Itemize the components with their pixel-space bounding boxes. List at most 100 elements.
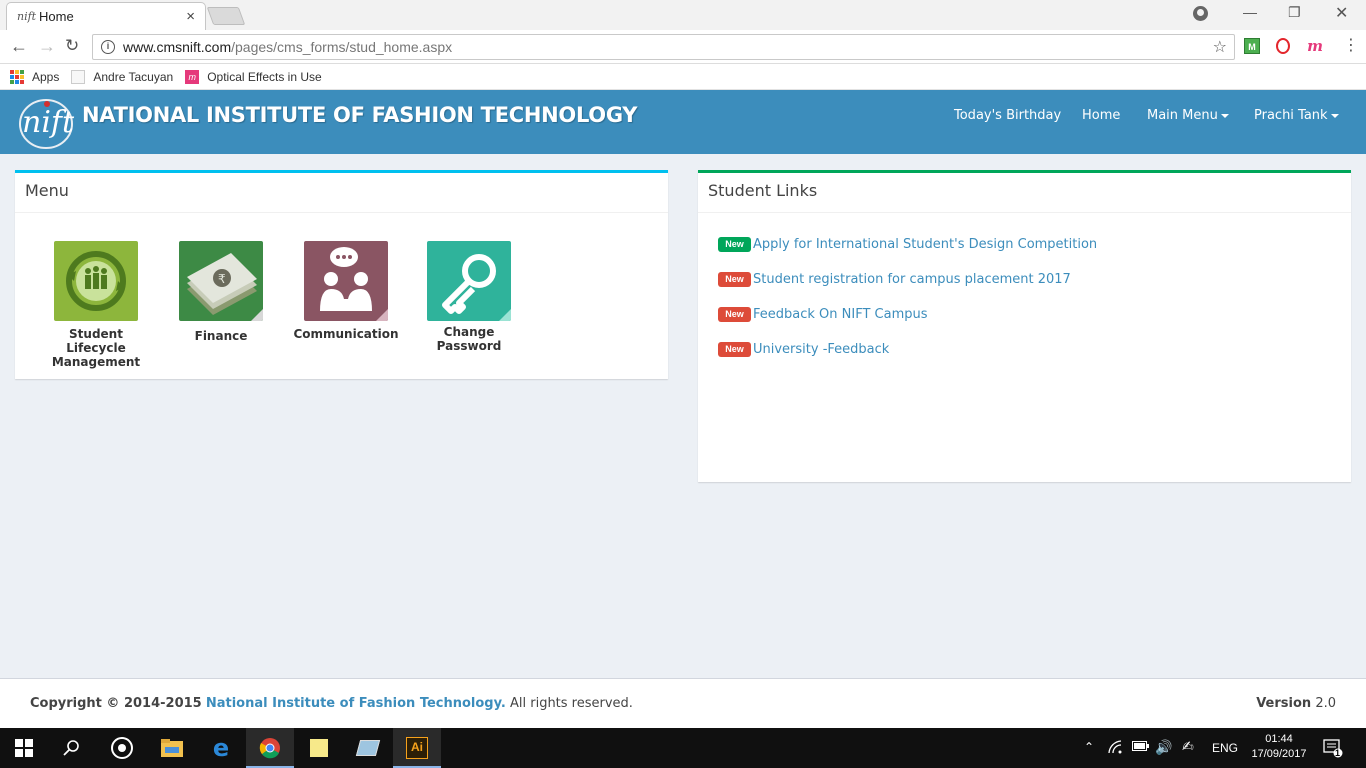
- nav-main-menu[interactable]: Main Menu: [1147, 108, 1229, 123]
- page-footer: Copyright © 2014-2015 National Institute…: [0, 678, 1366, 728]
- student-link-row[interactable]: New Student registration for campus plac…: [718, 272, 1071, 287]
- sticky-notes-icon: [310, 739, 328, 757]
- new-badge: New: [718, 342, 751, 357]
- version-label: Version: [1256, 696, 1312, 711]
- menu-student-lifecycle[interactable]: Student Lifecycle Management: [41, 241, 151, 369]
- wifi-icon[interactable]: [1108, 740, 1124, 757]
- task-view-button[interactable]: [98, 728, 146, 768]
- folder-icon: [161, 739, 183, 757]
- copyright-text: Copyright © 2014-2015 National Institute…: [30, 696, 633, 711]
- footer-org-link[interactable]: National Institute of Fashion Technology…: [206, 696, 506, 711]
- new-badge: New: [718, 272, 751, 287]
- volume-icon[interactable]: 🔊: [1155, 739, 1172, 756]
- battery-icon[interactable]: [1132, 740, 1150, 755]
- info-icon[interactable]: i: [101, 40, 115, 54]
- menu-item-label: Change: [443, 325, 495, 339]
- extension-m-icon[interactable]: M: [1244, 38, 1260, 54]
- edge-button[interactable]: e: [197, 728, 245, 768]
- reload-icon[interactable]: ↻: [65, 36, 79, 56]
- app-button[interactable]: [344, 728, 392, 768]
- browser-menu-icon[interactable]: ⋮: [1343, 36, 1359, 56]
- student-link-row[interactable]: New University -Feedback: [718, 342, 889, 357]
- menu-panel: Menu Student Lifecycle Management ₹ Fina…: [15, 170, 668, 379]
- illustrator-button[interactable]: Ai: [393, 728, 441, 768]
- myntra-icon[interactable]: m: [1307, 38, 1323, 54]
- bookmark-optical-effects[interactable]: m Optical Effects in Use: [185, 69, 322, 84]
- opera-icon[interactable]: [1276, 38, 1290, 54]
- bookmark-apps[interactable]: Apps: [10, 69, 59, 84]
- nift-logo[interactable]: nift: [16, 92, 78, 152]
- new-badge: New: [718, 237, 751, 252]
- app-window-icon: [355, 740, 381, 756]
- caret-down-icon: [1330, 113, 1339, 118]
- site-title: NATIONAL INSTITUTE OF FASHION TECHNOLOGY: [82, 103, 638, 127]
- nav-home[interactable]: Home: [1082, 108, 1120, 123]
- start-button[interactable]: [0, 728, 48, 768]
- nav-user-menu[interactable]: Prachi Tank: [1254, 108, 1339, 123]
- apps-grid-icon: [10, 69, 24, 84]
- bookmark-label: Optical Effects in Use: [207, 69, 322, 84]
- copyright-label: Copyright © 2014-2015: [30, 696, 202, 711]
- student-lifecycle-icon: [54, 241, 138, 321]
- menu-change-password[interactable]: Change Password: [414, 241, 524, 353]
- url-text: www.cmsnift.com/pages/cms_forms/stud_hom…: [123, 39, 452, 55]
- restore-icon[interactable]: ❐: [1288, 4, 1301, 21]
- nav-main-menu-label: Main Menu: [1147, 108, 1218, 123]
- notification-count: 1: [1335, 748, 1341, 758]
- version-text: Version 2.0: [1256, 696, 1336, 711]
- sticky-notes-button[interactable]: [295, 728, 343, 768]
- browser-tabstrip: nift Home × — ❐ ✕: [0, 0, 1366, 30]
- student-link[interactable]: Student registration for campus placemen…: [753, 272, 1071, 287]
- bookmark-star-icon[interactable]: ☆: [1213, 37, 1227, 57]
- forward-icon[interactable]: →: [38, 36, 56, 56]
- student-link[interactable]: Feedback On NIFT Campus: [753, 307, 928, 322]
- menu-item-label: Finance: [194, 329, 248, 343]
- student-link-row[interactable]: New Feedback On NIFT Campus: [718, 307, 928, 322]
- illustrator-icon: Ai: [406, 737, 428, 759]
- url-host: www.cmsnift.com: [123, 39, 232, 55]
- nav-todays-birthday[interactable]: Today's Birthday: [954, 108, 1061, 123]
- rights-text: All rights reserved.: [509, 696, 633, 711]
- show-hidden-icons[interactable]: ⌃: [1084, 740, 1094, 754]
- new-tab-button[interactable]: [206, 7, 246, 25]
- communication-icon: [304, 241, 388, 321]
- menu-item-label-2: Management: [51, 355, 141, 369]
- file-explorer-button[interactable]: [148, 728, 196, 768]
- language-indicator[interactable]: ENG: [1212, 741, 1238, 755]
- clock-date: 17/09/2017: [1251, 748, 1307, 760]
- student-link[interactable]: Apply for International Student's Design…: [753, 237, 1097, 252]
- address-bar[interactable]: i www.cmsnift.com/pages/cms_forms/stud_h…: [92, 34, 1235, 60]
- version-number: 2.0: [1315, 696, 1336, 711]
- pen-icon[interactable]: ✍: [1182, 738, 1194, 755]
- browser-tab-home[interactable]: nift Home ×: [6, 2, 206, 30]
- page-icon: [71, 69, 86, 84]
- menu-finance[interactable]: ₹ Finance: [166, 241, 276, 343]
- myntra-bookmark-icon: m: [185, 69, 200, 84]
- new-badge: New: [718, 307, 751, 322]
- profile-icon[interactable]: [1193, 6, 1208, 21]
- clock[interactable]: 01:44 17/09/2017: [1244, 732, 1314, 762]
- minimize-icon[interactable]: —: [1243, 4, 1257, 20]
- close-window-icon[interactable]: ✕: [1335, 3, 1348, 23]
- back-icon[interactable]: ←: [10, 36, 28, 56]
- money-icon: ₹: [179, 241, 263, 321]
- menu-panel-title: Menu: [15, 173, 668, 213]
- menu-communication[interactable]: Communication: [291, 241, 401, 341]
- student-links-panel: Student Links New Apply for Internationa…: [698, 170, 1351, 482]
- svg-text:nift: nift: [22, 105, 75, 140]
- search-button[interactable]: [48, 728, 96, 768]
- student-link-row[interactable]: New Apply for International Student's De…: [718, 237, 1097, 252]
- browser-toolbar: ← → ↻ i www.cmsnift.com/pages/cms_forms/…: [0, 30, 1366, 64]
- chrome-button[interactable]: [246, 728, 294, 768]
- chrome-icon: [259, 738, 280, 759]
- tab-close-icon[interactable]: ×: [186, 8, 195, 25]
- cortana-icon: [111, 737, 133, 759]
- url-path: /pages/cms_forms/stud_home.aspx: [231, 39, 453, 55]
- bookmark-andre-tacuyan[interactable]: Andre Tacuyan: [71, 69, 173, 84]
- user-name: Prachi Tank: [1254, 108, 1328, 123]
- bookmarks-bar: Apps Andre Tacuyan m Optical Effects in …: [0, 64, 1366, 90]
- student-link[interactable]: University -Feedback: [753, 342, 889, 357]
- tab-title: Home: [39, 9, 74, 24]
- edge-icon: e: [212, 734, 230, 762]
- search-icon: [63, 740, 79, 756]
